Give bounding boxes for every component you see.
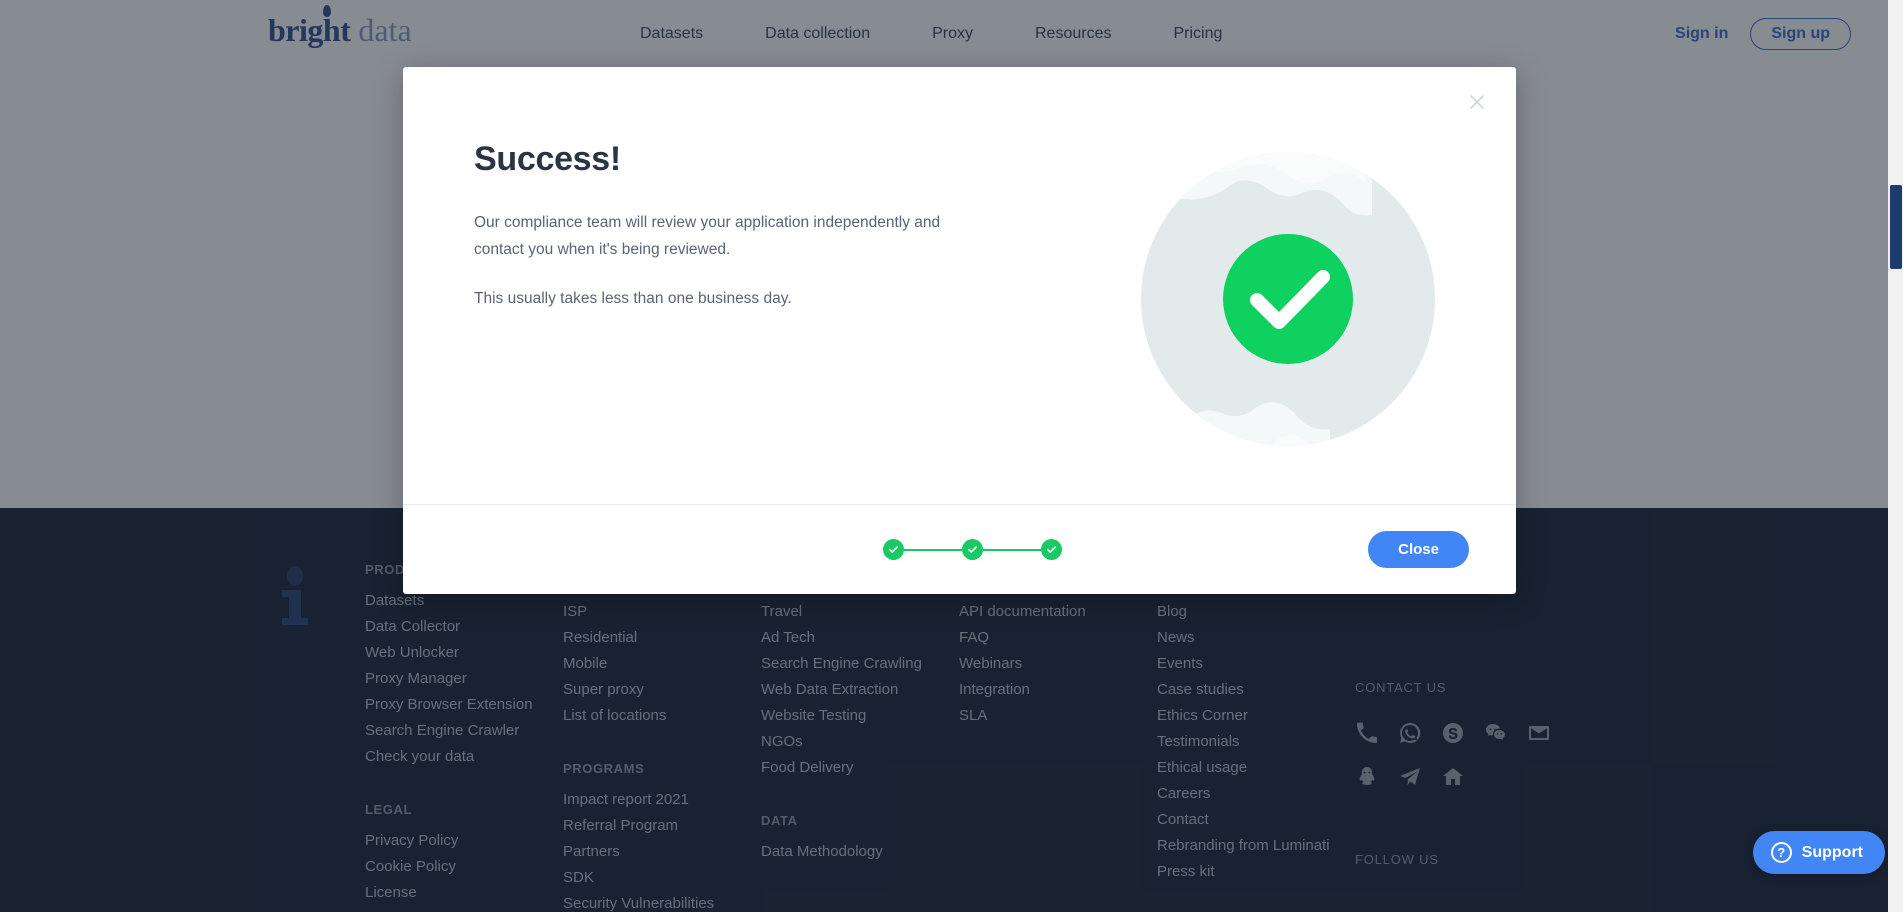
page-root: bright data Datasets Data collection Pro… <box>0 0 1903 912</box>
modal-title: Success! <box>474 140 974 179</box>
progress-stepper <box>883 539 1062 560</box>
modal-text-block: Success! Our compliance team will review… <box>474 140 974 312</box>
page-scrollbar-track[interactable] <box>1888 0 1903 912</box>
step-indicator-1[interactable] <box>883 539 904 560</box>
step-connector-1 <box>904 549 962 551</box>
close-button[interactable]: Close <box>1368 531 1469 568</box>
support-widget-button[interactable]: ? Support <box>1753 831 1885 874</box>
check-icon <box>967 544 978 555</box>
modal-paragraph-2: This usually takes less than one busines… <box>474 285 944 312</box>
check-icon <box>1046 544 1057 555</box>
check-icon <box>888 544 899 555</box>
support-widget-label: Support <box>1802 844 1863 862</box>
success-modal: Success! Our compliance team will review… <box>403 67 1516 594</box>
modal-footer: Close <box>403 504 1516 594</box>
modal-paragraph-1: Our compliance team will review your app… <box>474 209 944 263</box>
page-scrollbar-thumb[interactable] <box>1890 185 1902 269</box>
step-indicator-2[interactable] <box>962 539 983 560</box>
step-indicator-3[interactable] <box>1041 539 1062 560</box>
question-mark-icon: ? <box>1771 842 1792 863</box>
step-connector-2 <box>983 549 1041 551</box>
modal-body: Success! Our compliance team will review… <box>403 67 1516 504</box>
success-check-illustration <box>1128 139 1448 459</box>
